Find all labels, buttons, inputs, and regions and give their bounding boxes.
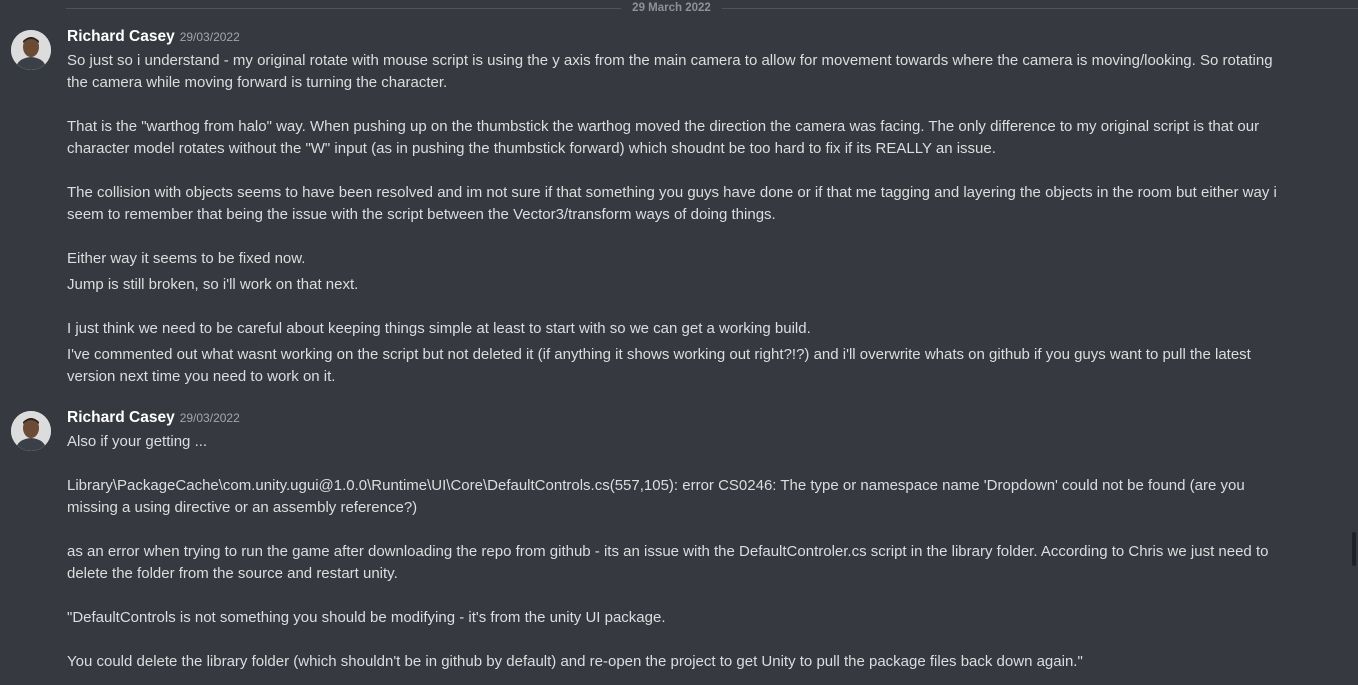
message-header: Richard Casey 29/03/2022	[67, 409, 240, 431]
message-line: I just think we need to be careful about…	[67, 320, 811, 337]
author-name[interactable]: Richard Casey	[67, 409, 175, 426]
date-divider: 29 March 2022	[0, 0, 1358, 18]
message-line: Library\PackageCache\com.unity.ugui@1.0.…	[67, 477, 1245, 516]
scrollbar-thumb[interactable]	[1352, 532, 1356, 566]
message-line: That is the "warthog from halo" way. Whe…	[67, 118, 1260, 157]
message: Richard Casey 29/03/2022 So just so i und…	[0, 28, 1358, 388]
chat-messages: 29 March 2022 Richard Casey 29/03/2022 So…	[0, 0, 1358, 685]
date-divider-label: 29 March 2022	[632, 2, 711, 14]
message-content: So just so i understand - my original ro…	[67, 50, 1297, 388]
divider-line-left	[66, 8, 621, 9]
message: Richard Casey 29/03/2022 Also if your get…	[0, 409, 1358, 685]
message-line: Jump is still broken, so i'll work on th…	[67, 276, 359, 293]
message-line: The collision with objects seems to have…	[67, 184, 1277, 223]
divider-line-right	[722, 8, 1358, 9]
message-line: "DefaultControls is not something you sh…	[67, 609, 666, 626]
message-line: Also if your getting ...	[67, 433, 208, 450]
message-line: You could delete the library folder (whi…	[67, 653, 1083, 670]
avatar-image	[11, 411, 51, 451]
message-line: Either way it seems to be fixed now.	[67, 250, 306, 267]
avatar-image	[11, 30, 51, 70]
message-line: as an error when trying to run the game …	[67, 543, 1269, 582]
avatar[interactable]	[11, 30, 51, 70]
message-line: I've commented out what wasnt working on…	[67, 346, 1251, 385]
message-line: So just so i understand - my original ro…	[67, 52, 1273, 91]
timestamp: 29/03/2022	[179, 30, 240, 44]
message-header: Richard Casey 29/03/2022	[67, 28, 240, 50]
avatar[interactable]	[11, 411, 51, 451]
timestamp: 29/03/2022	[179, 411, 240, 425]
author-name[interactable]: Richard Casey	[67, 28, 175, 45]
message-content: Also if your getting ... Library\Package…	[67, 431, 1297, 673]
